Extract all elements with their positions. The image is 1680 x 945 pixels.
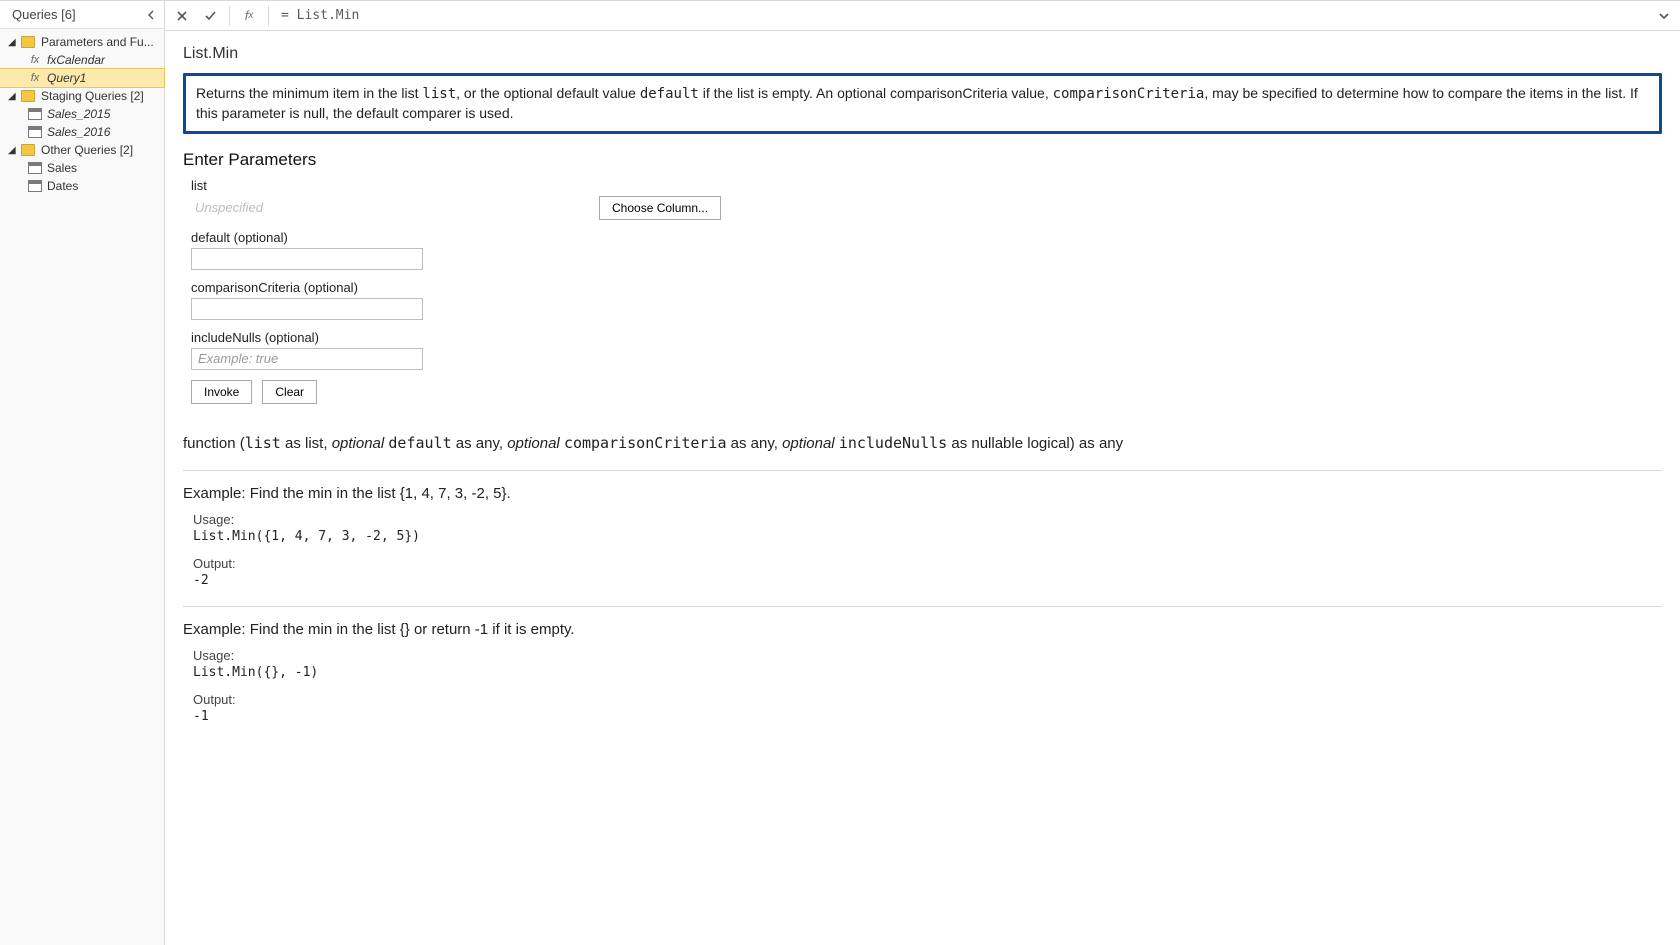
tree-group-label: Parameters and Fu... bbox=[41, 35, 154, 49]
sig-text: function ( bbox=[183, 435, 245, 452]
example-title: Example: Find the min in the list {1, 4,… bbox=[183, 485, 1662, 502]
sig-opt: optional bbox=[332, 435, 389, 452]
sig-code: includeNulls bbox=[839, 434, 947, 452]
app-root: Queries [6] ◢ Parameters and Fu... fx fx… bbox=[0, 0, 1680, 945]
formula-bar: fx bbox=[165, 1, 1680, 31]
tree-toggle-icon[interactable]: ◢ bbox=[8, 145, 18, 156]
formula-input[interactable] bbox=[277, 6, 1648, 25]
desc-text: Returns the minimum item in the list bbox=[196, 85, 422, 101]
usage-code: List.Min({}, -1) bbox=[193, 665, 1662, 680]
desc-text: , or the optional default value bbox=[456, 85, 640, 101]
table-icon bbox=[28, 126, 42, 138]
expand-formula-button[interactable] bbox=[1654, 10, 1674, 22]
tree-item-sales2015[interactable]: Sales_2015 bbox=[0, 105, 164, 123]
tree-group-staging[interactable]: ◢ Staging Queries [2] bbox=[0, 87, 164, 105]
divider bbox=[268, 6, 269, 26]
fx-icon: fx bbox=[238, 5, 260, 27]
param-include-nulls: includeNulls (optional) bbox=[191, 330, 1662, 370]
param-list: list Unspecified Choose Column... bbox=[191, 178, 1662, 220]
desc-text: if the list is empty. An optional compar… bbox=[699, 85, 1053, 101]
sidebar-header: Queries [6] bbox=[0, 1, 164, 29]
main-pane: fx List.Min Returns the minimum item in … bbox=[165, 1, 1680, 945]
enter-parameters-title: Enter Parameters bbox=[183, 150, 1662, 170]
param-include-nulls-input[interactable] bbox=[191, 348, 423, 370]
output-label: Output: bbox=[193, 692, 1662, 707]
clear-button[interactable]: Clear bbox=[262, 380, 317, 404]
sig-code: comparisonCriteria bbox=[564, 434, 727, 452]
tree-item-label: Sales bbox=[47, 161, 77, 175]
commit-formula-button[interactable] bbox=[199, 5, 221, 27]
output-code: -2 bbox=[193, 573, 1662, 588]
sig-opt: optional bbox=[782, 435, 839, 452]
example-block: Example: Find the min in the list {} or … bbox=[183, 606, 1662, 724]
tree-item-fxcalendar[interactable]: fx fxCalendar bbox=[0, 51, 164, 69]
action-buttons: Invoke Clear bbox=[183, 380, 1662, 404]
function-signature: function (list as list, optional default… bbox=[183, 434, 1662, 452]
tree-item-dates[interactable]: Dates bbox=[0, 177, 164, 195]
function-icon: fx bbox=[28, 54, 42, 66]
param-label: list bbox=[191, 178, 1662, 193]
tree-group-parameters[interactable]: ◢ Parameters and Fu... bbox=[0, 33, 164, 51]
cancel-formula-button[interactable] bbox=[171, 5, 193, 27]
tree-toggle-icon[interactable]: ◢ bbox=[8, 91, 18, 102]
desc-code: comparisonCriteria bbox=[1053, 86, 1205, 102]
divider bbox=[229, 6, 230, 26]
param-default-input[interactable] bbox=[191, 248, 423, 270]
param-list-field[interactable]: Unspecified bbox=[191, 198, 591, 217]
queries-tree: ◢ Parameters and Fu... fx fxCalendar fx … bbox=[0, 29, 164, 195]
desc-code: list bbox=[422, 86, 456, 102]
folder-icon bbox=[21, 36, 35, 48]
tree-group-label: Other Queries [2] bbox=[41, 143, 133, 157]
tree-group-label: Staging Queries [2] bbox=[41, 89, 144, 103]
queries-sidebar: Queries [6] ◢ Parameters and Fu... fx fx… bbox=[0, 1, 165, 945]
sig-text: as any, bbox=[727, 435, 783, 452]
output-code: -1 bbox=[193, 709, 1662, 724]
sig-text: as any, bbox=[452, 435, 508, 452]
sig-opt: optional bbox=[507, 435, 564, 452]
usage-label: Usage: bbox=[193, 648, 1662, 663]
desc-code: default bbox=[640, 86, 699, 102]
example-block: Example: Find the min in the list {1, 4,… bbox=[183, 470, 1662, 588]
usage-label: Usage: bbox=[193, 512, 1662, 527]
tree-item-label: Sales_2015 bbox=[47, 107, 110, 121]
usage-code: List.Min({1, 4, 7, 3, -2, 5}) bbox=[193, 529, 1662, 544]
tree-item-label: Dates bbox=[47, 179, 78, 193]
param-comparison: comparisonCriteria (optional) bbox=[191, 280, 1662, 320]
param-comparison-input[interactable] bbox=[191, 298, 423, 320]
sig-text: as nullable logical) as any bbox=[947, 435, 1123, 452]
tree-toggle-icon[interactable]: ◢ bbox=[8, 37, 18, 48]
param-label: includeNulls (optional) bbox=[191, 330, 1662, 345]
tree-item-label: fxCalendar bbox=[47, 53, 105, 67]
function-icon: fx bbox=[28, 72, 42, 84]
function-description: Returns the minimum item in the list lis… bbox=[183, 73, 1662, 134]
tree-item-query1[interactable]: fx Query1 bbox=[0, 69, 164, 87]
parameters-form: list Unspecified Choose Column... defaul… bbox=[183, 178, 1662, 370]
example-title: Example: Find the min in the list {} or … bbox=[183, 621, 1662, 638]
tree-item-label: Query1 bbox=[47, 71, 86, 85]
sidebar-title: Queries [6] bbox=[12, 7, 76, 22]
tree-item-sales[interactable]: Sales bbox=[0, 159, 164, 177]
sig-code: default bbox=[388, 434, 451, 452]
choose-column-button[interactable]: Choose Column... bbox=[599, 196, 721, 220]
sig-code: list bbox=[245, 434, 281, 452]
folder-icon bbox=[21, 144, 35, 156]
function-doc-pane: List.Min Returns the minimum item in the… bbox=[165, 31, 1680, 945]
param-label: default (optional) bbox=[191, 230, 1662, 245]
folder-icon bbox=[21, 90, 35, 102]
output-label: Output: bbox=[193, 556, 1662, 571]
table-icon bbox=[28, 180, 42, 192]
function-name: List.Min bbox=[183, 45, 1662, 63]
param-default: default (optional) bbox=[191, 230, 1662, 270]
tree-item-sales2016[interactable]: Sales_2016 bbox=[0, 123, 164, 141]
table-icon bbox=[28, 162, 42, 174]
collapse-sidebar-button[interactable] bbox=[146, 10, 156, 20]
param-label: comparisonCriteria (optional) bbox=[191, 280, 1662, 295]
tree-item-label: Sales_2016 bbox=[47, 125, 110, 139]
invoke-button[interactable]: Invoke bbox=[191, 380, 252, 404]
table-icon bbox=[28, 108, 42, 120]
tree-group-other[interactable]: ◢ Other Queries [2] bbox=[0, 141, 164, 159]
sig-text: as list, bbox=[281, 435, 332, 452]
